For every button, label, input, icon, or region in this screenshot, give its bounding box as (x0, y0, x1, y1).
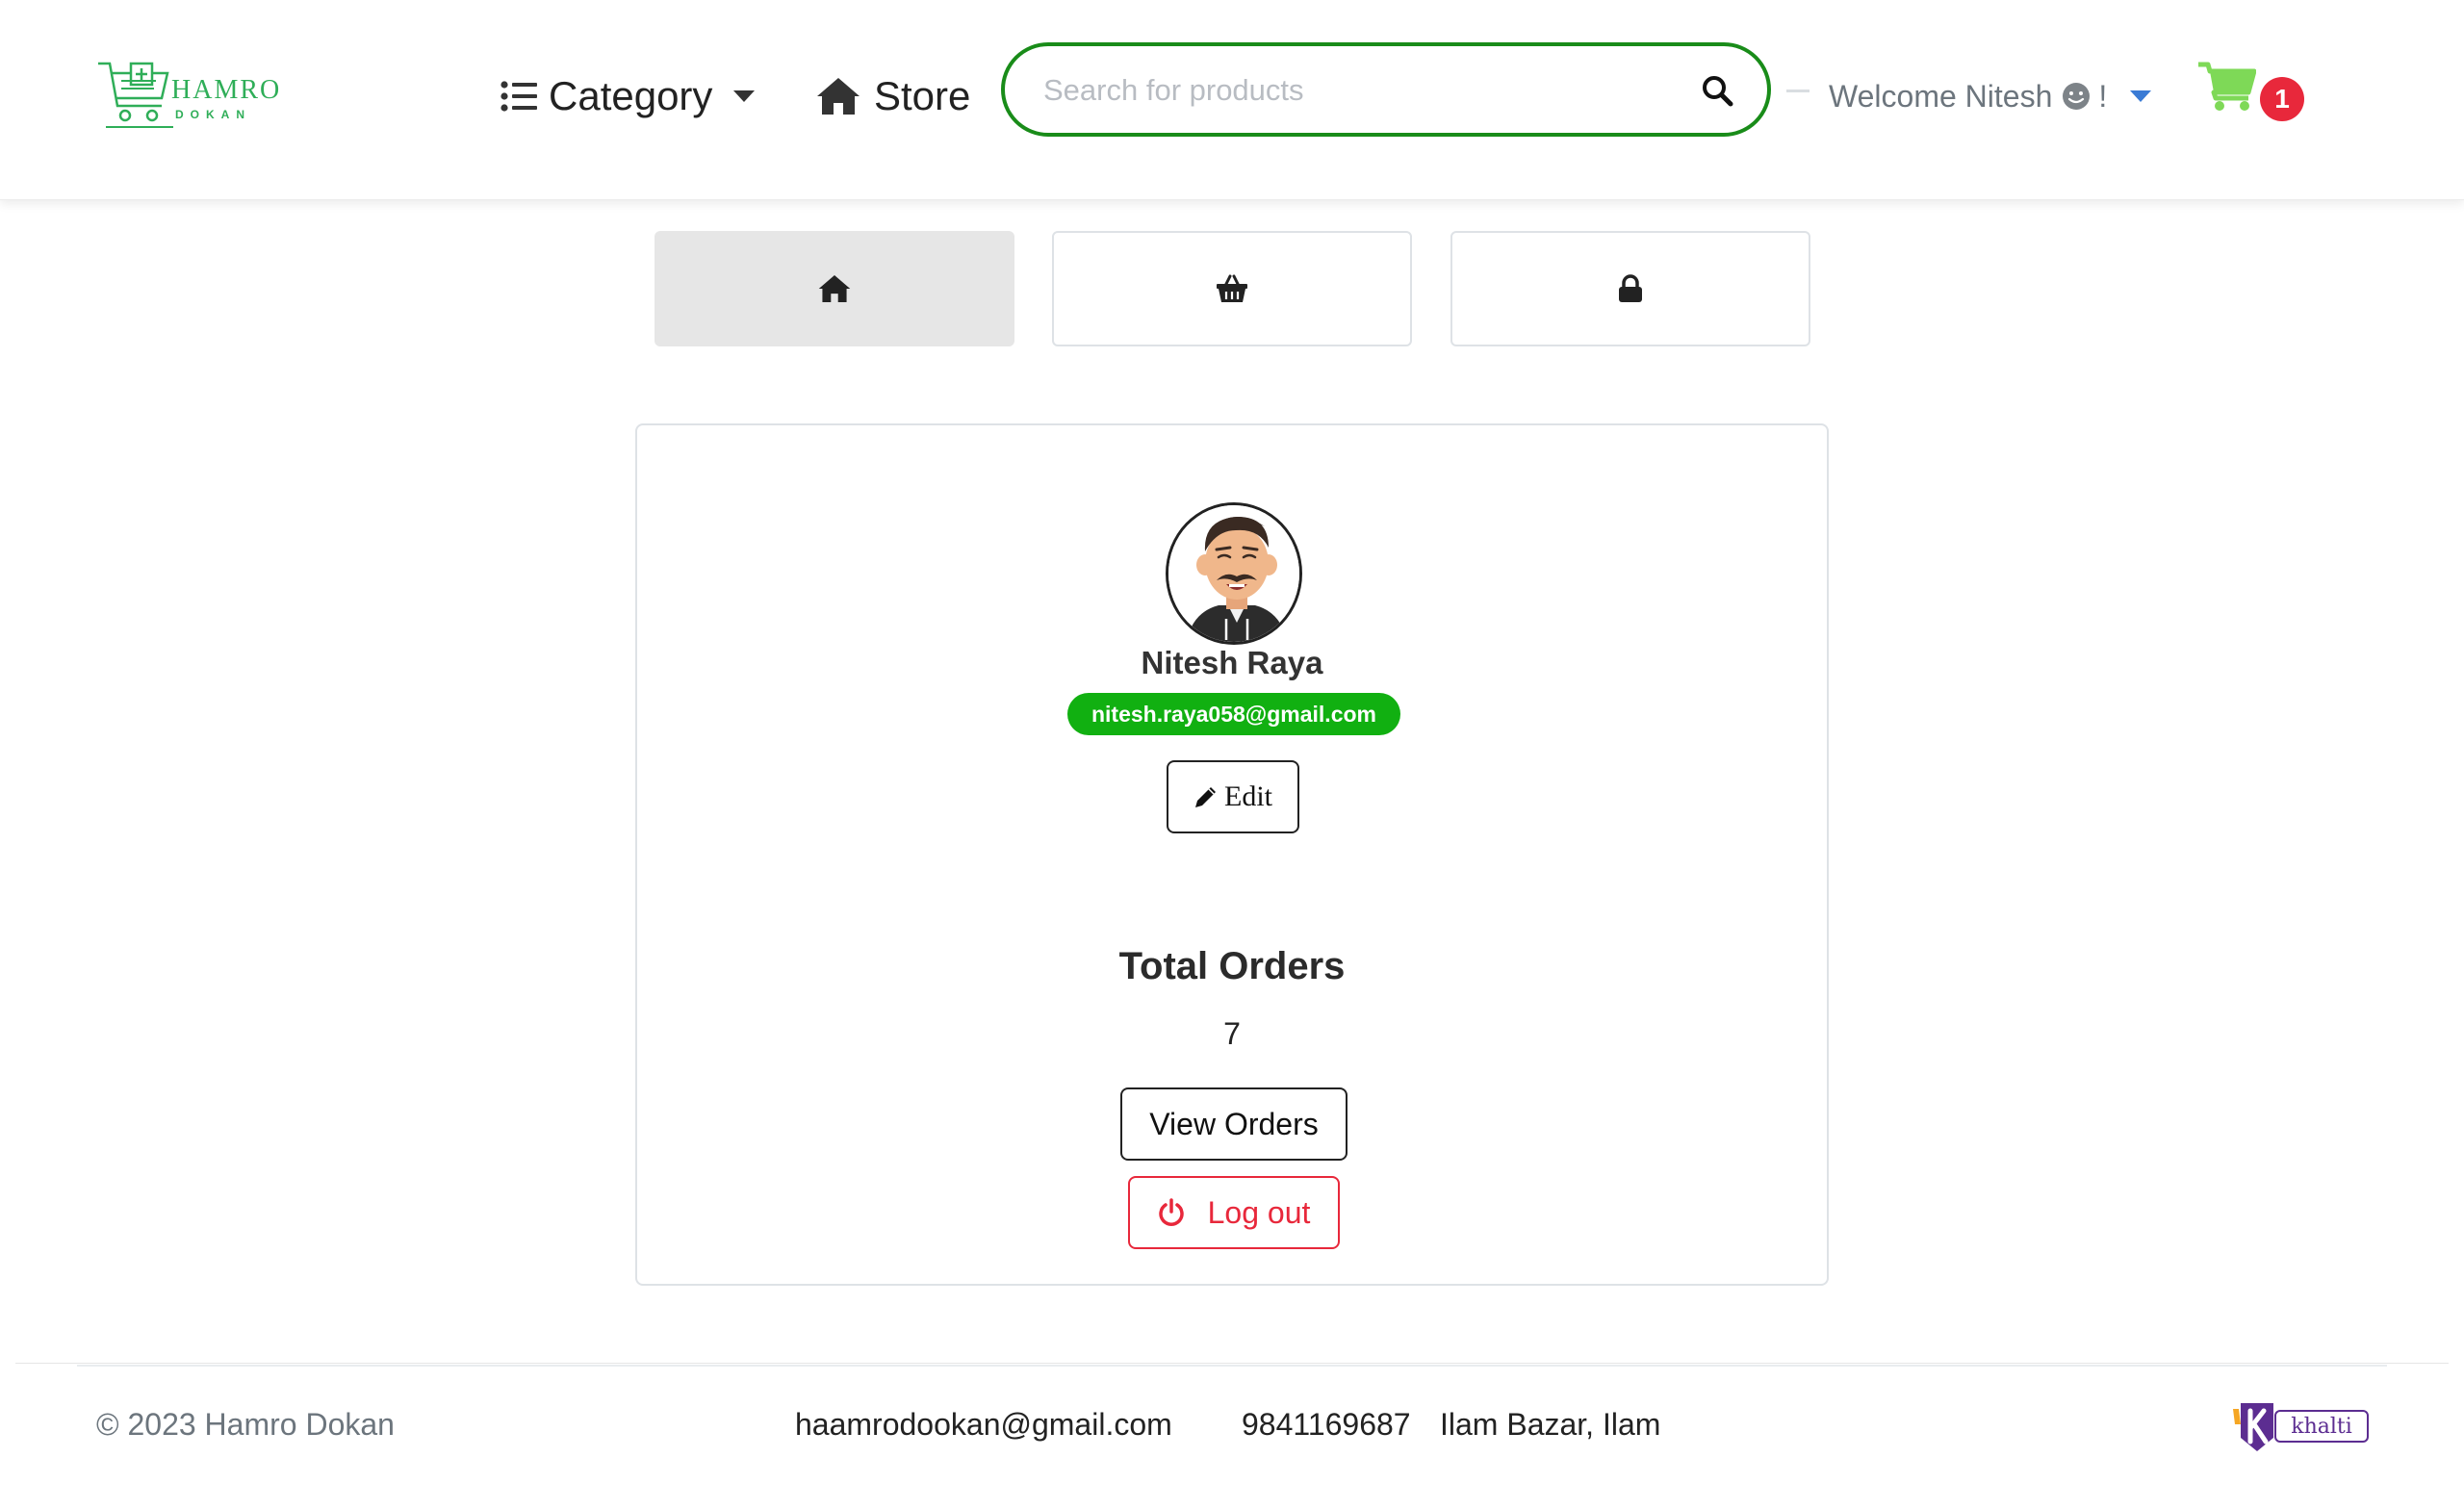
shopping-cart-icon (2198, 62, 2257, 111)
navbar: HAMRO DOKAN Category Store Welcome Nites… (0, 0, 2464, 200)
chevron-down-icon (2130, 90, 2152, 102)
orders-count: 7 (1223, 1016, 1241, 1051)
footer-address: Ilam Bazar, Ilam (1440, 1407, 1661, 1442)
orders-title: Total Orders (1118, 945, 1346, 987)
footer-email[interactable]: haamrodookan@gmail.com (795, 1407, 1172, 1443)
user-avatar-image (1168, 505, 1299, 642)
edit-profile-button[interactable]: Edit (1167, 760, 1299, 833)
brand-logo[interactable]: HAMRO DOKAN (96, 60, 279, 139)
brand-name: HAMRO (171, 75, 282, 105)
profile-name: Nitesh Raya (1141, 645, 1323, 680)
view-orders-button[interactable]: View Orders (1120, 1087, 1348, 1161)
email-badge: nitesh.raya058@gmail.com (1067, 693, 1400, 735)
svg-text:khalti: khalti (2291, 1415, 2352, 1439)
brand-subname: DOKAN (175, 108, 251, 121)
search-icon[interactable] (1700, 73, 1734, 108)
category-label: Category (549, 73, 713, 118)
nav-divider (1786, 90, 1810, 92)
logout-label: Log out (1207, 1194, 1311, 1230)
cart-count-badge: 1 (2260, 77, 2304, 121)
logout-button[interactable]: Log out (1128, 1176, 1340, 1249)
cart-button[interactable]: 1 (2198, 62, 2304, 129)
copyright-text: © 2023 Hamro Dokan (96, 1407, 395, 1442)
footer-divider-outer (15, 1363, 2449, 1364)
home-icon (817, 78, 860, 115)
tab-home[interactable] (654, 231, 1014, 346)
search-bar (1001, 42, 1771, 137)
cart-logo-icon (98, 62, 173, 128)
list-icon (500, 81, 537, 112)
search-input[interactable] (1043, 64, 1679, 117)
store-link[interactable]: Store (816, 69, 970, 123)
basket-icon (1217, 274, 1247, 302)
pencil-icon (1195, 787, 1216, 807)
power-icon (1158, 1198, 1184, 1226)
tab-orders[interactable] (1052, 231, 1412, 346)
smile-icon (2063, 83, 2091, 110)
chevron-down-icon (733, 90, 756, 102)
category-dropdown[interactable]: Category (500, 69, 756, 123)
welcome-suffix: ! (2098, 78, 2108, 114)
footer-divider (77, 1365, 2387, 1367)
khalti-logo-icon: khalti (2233, 1403, 2369, 1451)
home-icon (818, 274, 851, 303)
profile-card: Nitesh Raya nitesh.raya058@gmail.com Edi… (635, 423, 1829, 1286)
user-dropdown[interactable]: Welcome Nitesh ! (1829, 71, 2152, 121)
welcome-label: Welcome Nitesh (1829, 78, 2053, 114)
footer-phone: 9841169687 (1242, 1407, 1411, 1442)
avatar (1166, 502, 1302, 645)
edit-label: Edit (1224, 780, 1272, 812)
store-label: Store (874, 73, 971, 118)
lock-icon (1619, 274, 1642, 302)
tab-security[interactable] (1450, 231, 1810, 346)
